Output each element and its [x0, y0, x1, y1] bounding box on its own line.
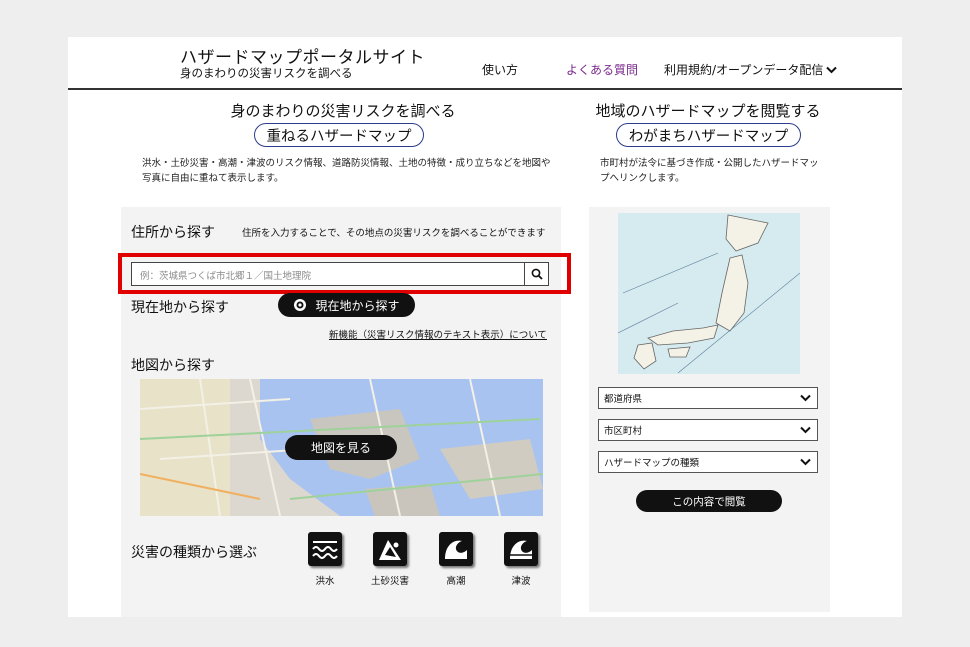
current-location-button-label: 現在地から探す: [315, 298, 400, 313]
hazard-landslide[interactable]: 土砂災害: [371, 532, 409, 587]
tsunami-icon: [504, 532, 538, 566]
map-search-title: 地図から探す: [131, 358, 215, 374]
page-frame: ハザードマップポータルサイト 身のまわりの災害リスクを調べる 使い方 よくある質…: [68, 37, 902, 617]
chevron-down-icon: [826, 66, 838, 73]
search-highlight-box: [118, 253, 571, 294]
kasaneru-hazard-map-pill[interactable]: 重ねるハザードマップ: [254, 123, 424, 147]
location-target-icon: [294, 299, 307, 311]
hazard-tsunami[interactable]: 津波: [502, 532, 540, 587]
municipality-select-value: 市区町村: [604, 426, 643, 437]
hazard-map-type-select[interactable]: ハザードマップの種類: [598, 451, 818, 473]
nav-usage[interactable]: 使い方: [482, 61, 518, 78]
view-selection-button[interactable]: この内容で閲覧: [636, 490, 782, 512]
right-heading: 地域のハザードマップを閲覧する: [595, 102, 821, 120]
left-heading: 身のまわりの災害リスクを調べる: [230, 102, 456, 120]
hazard-storm-surge[interactable]: 高潮: [437, 532, 475, 587]
japan-map-image: [618, 213, 800, 374]
nav-terms[interactable]: 利用規約/オープンデータ配信: [664, 61, 838, 78]
nav-faq[interactable]: よくある質問: [566, 61, 638, 78]
municipality-select[interactable]: 市区町村: [598, 419, 818, 441]
japan-map[interactable]: [618, 213, 800, 374]
wagamachi-hazard-map-pill[interactable]: わがまちハザードマップ: [616, 123, 801, 147]
new-feature-link[interactable]: 新機能（災害リスク情報のテキスト表示）について: [329, 327, 547, 341]
left-description: 洪水・土砂災害・高潮・津波のリスク情報、道路防災情報、土地の特徴・成り立ちなどを…: [142, 158, 551, 184]
hazard-label-landslide: 土砂災害: [371, 576, 410, 587]
chevron-down-icon: [800, 394, 811, 402]
chevron-down-icon: [800, 426, 811, 434]
disaster-type-title: 災害の種類から選ぶ: [131, 545, 257, 561]
hazard-flood[interactable]: 洪水: [306, 532, 344, 587]
hazard-map-type-select-value: ハザードマップの種類: [604, 458, 700, 469]
storm-surge-icon: [439, 532, 473, 566]
hazard-label-tsunami: 津波: [511, 576, 531, 587]
nav-terms-label: 利用規約/オープンデータ配信: [664, 63, 824, 77]
hazard-label-storm-surge: 高潮: [446, 576, 466, 587]
prefecture-select-value: 都道府県: [604, 394, 643, 405]
hazard-label-flood: 洪水: [315, 576, 335, 587]
current-location-title: 現在地から探す: [131, 300, 229, 316]
current-location-button[interactable]: 現在地から探す: [278, 293, 415, 317]
prefecture-select[interactable]: 都道府県: [598, 387, 818, 409]
right-description: 市町村が法令に基づき作成・公開したハザードマップへリンクします。: [600, 158, 819, 184]
address-search-hint: 住所を入力することで、その地点の災害リスクを調べることができます: [242, 228, 546, 239]
landslide-icon: [373, 532, 407, 566]
map-preview[interactable]: 地図を見る: [140, 379, 543, 516]
header-divider: [68, 88, 902, 90]
view-map-button[interactable]: 地図を見る: [285, 435, 397, 460]
chevron-down-icon: [800, 458, 811, 466]
address-search-title: 住所から探す: [131, 225, 215, 241]
site-subtitle: 身のまわりの災害リスクを調べる: [180, 66, 353, 80]
flood-icon: [308, 532, 342, 566]
